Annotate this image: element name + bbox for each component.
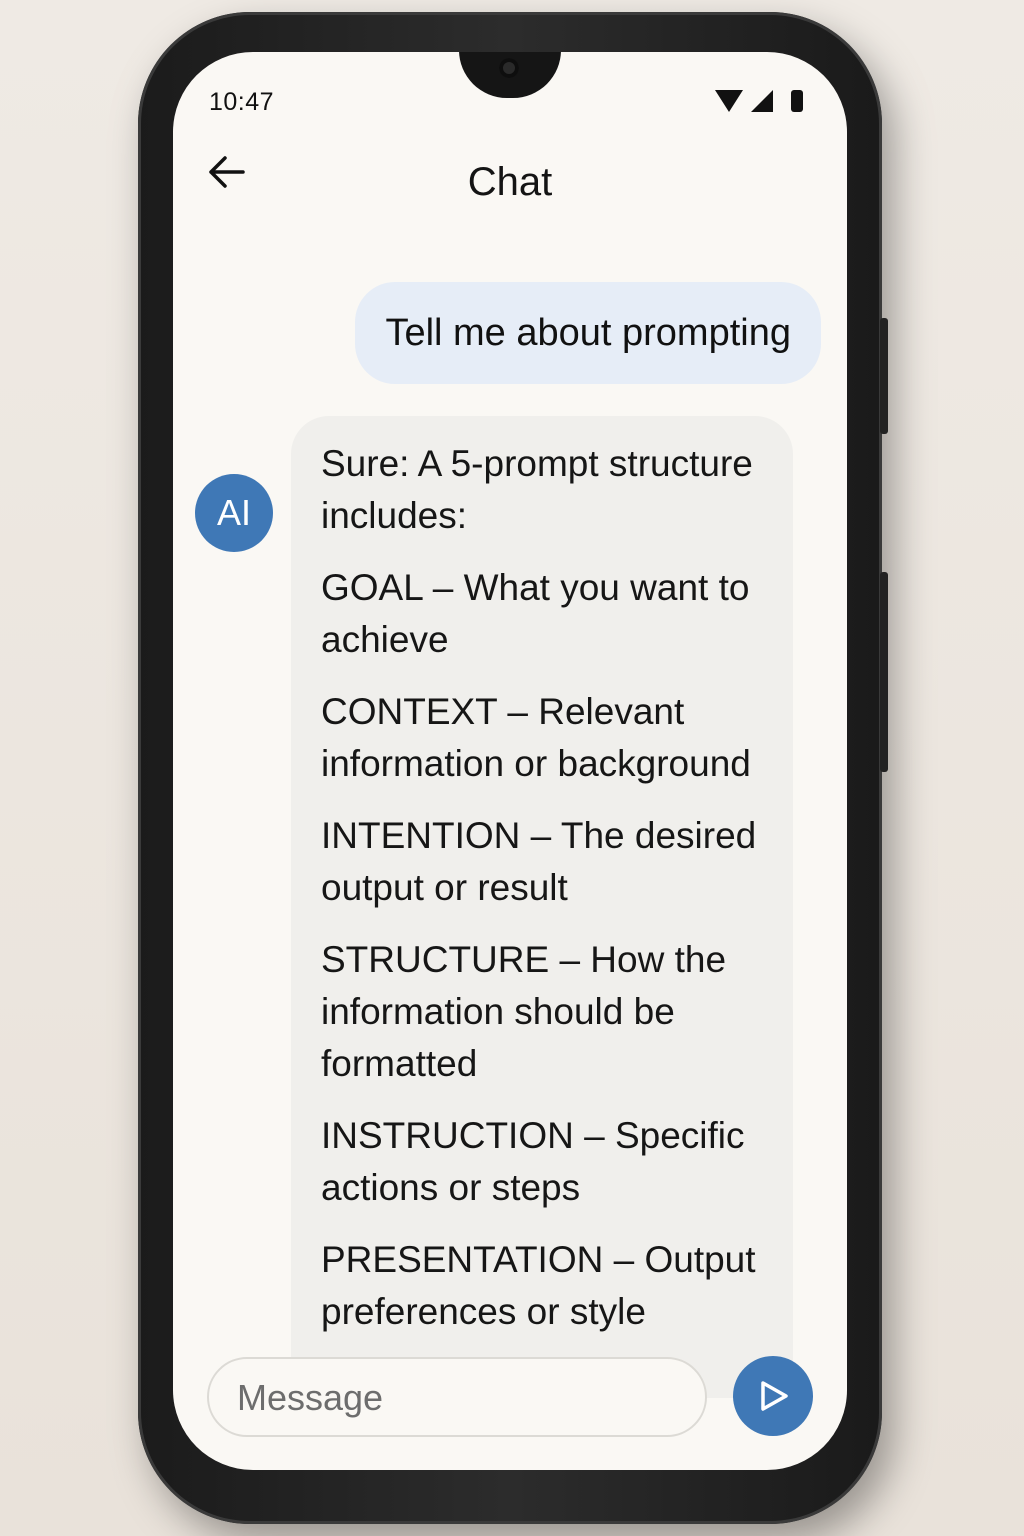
ai-message-intro: Sure: A 5-prompt structure includes:: [321, 443, 753, 536]
status-icons: [715, 90, 803, 112]
ai-message-bubble: Sure: A 5-prompt structure includes: GOA…: [291, 416, 793, 1398]
status-time: 10:47: [209, 88, 275, 116]
message-composer: [207, 1357, 707, 1437]
volume-button: [880, 318, 888, 434]
ai-list-item-instruction: INSTRUCTION – Specific actions or steps: [321, 1115, 745, 1208]
power-button: [880, 572, 888, 772]
ai-avatar: AI: [195, 474, 273, 552]
wifi-icon: [715, 90, 743, 112]
signal-icon: [751, 90, 773, 112]
send-button[interactable]: [733, 1356, 813, 1436]
camera-icon: [499, 58, 519, 78]
phone-frame: 10:47 Chat Tell me about prompting AI Su…: [138, 12, 888, 1524]
page-title: Chat: [467, 160, 553, 204]
ai-list-item-structure: STRUCTURE – How the information should b…: [321, 939, 727, 1084]
phone-screen: 10:47 Chat Tell me about prompting AI Su…: [173, 52, 847, 1470]
ai-list-item-presentation: PRESENTATION – Output preferences or sty…: [321, 1239, 756, 1332]
send-icon: [761, 1381, 788, 1411]
ai-list-item-intention: INTENTION – The desired output or result: [321, 815, 757, 908]
ai-list-item-goal: GOAL – What you want to achieve: [321, 567, 750, 660]
battery-icon: [791, 90, 803, 112]
user-message-bubble: Tell me about prompting: [355, 282, 821, 384]
message-input[interactable]: [235, 1373, 679, 1423]
notch: [459, 52, 561, 98]
ai-list-item-context: CONTEXT – Relevant information or backgr…: [321, 691, 751, 784]
